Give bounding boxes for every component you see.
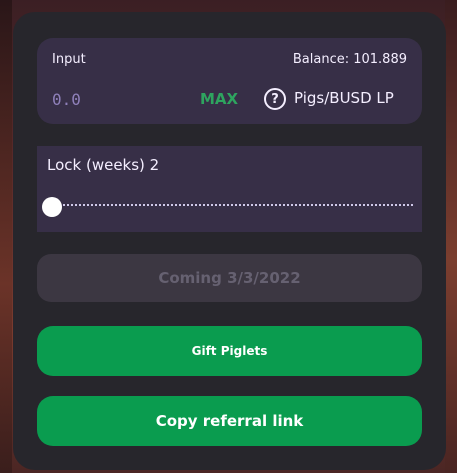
gift-piglets-button[interactable]: Gift Piglets — [37, 326, 422, 376]
stake-card: Input Balance: 101.889 0.0 MAX ? Pigs/BU… — [13, 12, 446, 470]
question-circle-icon[interactable]: ? — [264, 88, 286, 110]
balance-text: Balance: 101.889 — [292, 52, 407, 67]
lock-label: Lock (weeks) 2 — [47, 156, 160, 174]
copy-referral-link-button[interactable]: Copy referral link — [37, 396, 422, 446]
lock-panel: Lock (weeks) 2 — [37, 146, 422, 232]
background-left — [0, 0, 12, 473]
background-right — [445, 0, 457, 473]
input-label: Input — [52, 52, 86, 67]
input-panel: Input Balance: 101.889 0.0 MAX ? Pigs/BU… — [37, 38, 422, 124]
amount-input[interactable]: 0.0 — [52, 90, 81, 109]
max-button[interactable]: MAX — [200, 90, 238, 108]
lock-slider-thumb[interactable] — [42, 197, 62, 217]
coming-button: Coming 3/3/2022 — [37, 254, 422, 302]
lock-slider-track[interactable] — [51, 204, 413, 209]
token-name: Pigs/BUSD LP — [294, 89, 394, 107]
